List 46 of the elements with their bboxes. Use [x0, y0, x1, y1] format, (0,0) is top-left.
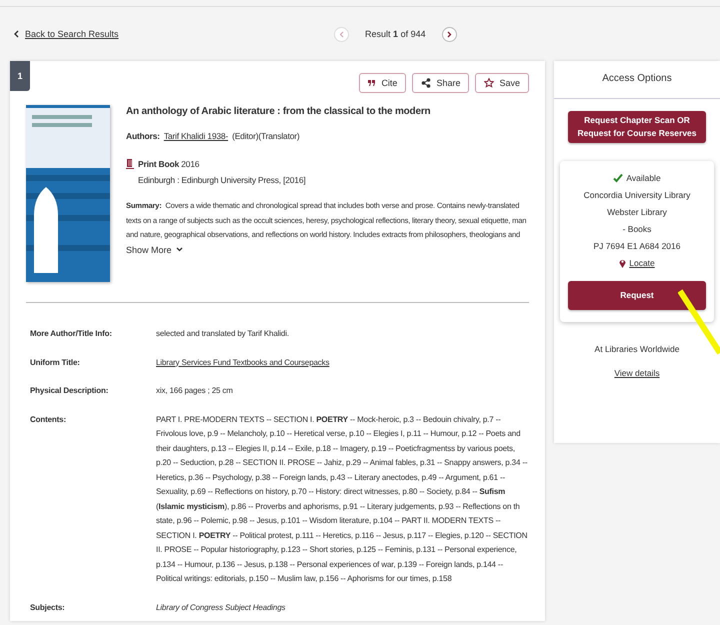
panel-title: Access Options [554, 61, 720, 99]
book-icon [126, 159, 134, 169]
library-name: Concordia University Library [584, 190, 690, 200]
author-roles: (Editor)(Translator) [232, 130, 300, 143]
show-more-button[interactable]: Show More [126, 244, 529, 254]
detail-label: Contents: [30, 414, 67, 426]
share-icon [421, 78, 432, 88]
call-number: PJ 7694 E1 A684 2016 [594, 241, 680, 251]
publisher-text: Edinburgh : Edinburgh University Press, [2016] [138, 174, 307, 187]
star-icon [484, 78, 494, 88]
back-to-results-link[interactable]: Back to Search Results [14, 29, 334, 39]
authors-label: Authors: [126, 130, 160, 143]
share-button[interactable]: Share [412, 73, 470, 93]
branch-name: Webster Library [607, 207, 667, 217]
quote-icon [368, 79, 376, 87]
worldwide-label: At Libraries Worldwide [594, 344, 680, 354]
availability-status: Available [613, 173, 661, 183]
locate-link[interactable]: Locate [629, 258, 655, 268]
cite-button[interactable]: Cite [359, 73, 406, 93]
result-counter: Result 1 of 944 [365, 29, 426, 39]
checkmark-icon [613, 173, 624, 183]
detail-value: PART I. PRE-MODERN TEXTS -- SECTION I. POETRY -- Mock-heroic, p.3 -- Bedouin chivalry, p.7 -- Frivolous love, p.9 -- Melancholy, p.10 -- Heretical verse, p.10 -- Elegies I, p.11 -- Humour, p.12 -- Poets and their daughters, p.13 -- Elegies II, p.14 -- Exile, p.18 -- Imagery, p.19 -- Poeticfragmentss by various poets, p.20 -- Seduction, p.28 -- SECTION II. PROSE -- Jahiz, p.29 -- Animal fables, p.31 -- Snappy answers, p.34 -- Heretics, p.36 -- Psychology, p.38 -- Foreign lands, p.43 -- Literary anectodes, p.49 -- Argument, p.61 -- Sexuality, p.69 -- Reflections on history, p.70 -- History: direct witnesses, p.80 -- Society, p.84 -- Sufism (Islamic mysticism), p.86 -- Proverbs and aphorisms, p.91 -- Literary judgements, p.93 -- Reflections on th state, p.96 -- Polemic, p.98 -- Jesus, p.101 -- Wisdom literature, p.104 -- PART II. MODERN TEXTS -- SECTION I. POETRY -- Political protest, p.111 -- Heretics, p.116 -- Jesus, p.117 -- Elegies, p.120 -- SECTION II. PROSE -- Popular historiography, p.123 -- Short stories, p.125 -- Feminis, p.131 -- Personal experience, p.134 -- Humour, p.136 -- Jesus, p.138 -- Personal experiences of war, p.139 -- Foreign lands, p.144 -- Political writings: editorials, p.150 -- Muslim law, p.156 -- Aphorisms for our times, p.158 [156, 414, 528, 585]
collection-name: - Books [622, 224, 652, 234]
map-pin-icon [619, 258, 626, 268]
detail-value: Library of Congress Subject Headings [156, 602, 286, 614]
chevron-left-icon [14, 30, 19, 38]
format-year: Print Book 2016 [138, 158, 200, 171]
highlighter-stroke-drawing [678, 289, 720, 355]
detail-label: Physical Description: [30, 385, 110, 397]
result-number-badge: 1 [10, 61, 30, 91]
chevron-left-icon [339, 30, 344, 38]
save-button[interactable]: Save [475, 73, 529, 93]
detail-value: xix, 166 pages ; 25 cm [156, 385, 234, 397]
record-title: An anthology of Arabic literature : from the classical to the modern [126, 105, 432, 119]
chevron-right-icon [446, 30, 452, 38]
chevron-down-icon [176, 247, 183, 252]
next-result-button[interactable] [442, 26, 457, 42]
detail-label: Uniform Title: [30, 356, 81, 368]
author-link[interactable]: Tarif Khalidi 1938- [164, 129, 228, 143]
detail-label: More Author/Title Info: [30, 328, 113, 340]
request-button[interactable]: Request [568, 281, 706, 310]
detail-value: selected and translated by Tarif Khalidi. [156, 328, 290, 340]
detail-label: Subjects: [30, 602, 66, 614]
uniform-title-link[interactable]: Library Services Fund Textbooks and Coursepacks [156, 356, 330, 370]
view-details-link[interactable]: View details [614, 368, 660, 378]
request-chapter-scan-button[interactable]: Request Chapter Scan OR Request for Course Reserves [568, 111, 706, 143]
